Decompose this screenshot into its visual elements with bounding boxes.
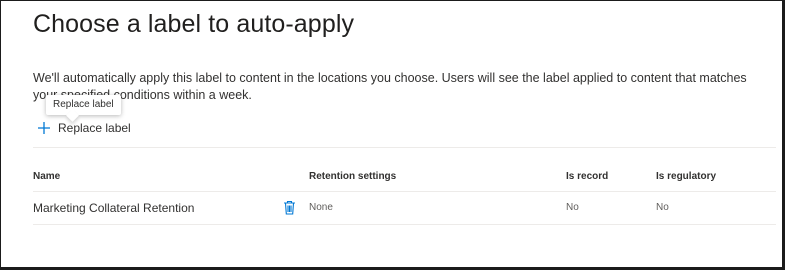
row-is-regulatory: No bbox=[656, 202, 669, 213]
page-title: Choose a label to auto-apply bbox=[33, 10, 355, 38]
page-description: We'll automatically apply this label to … bbox=[33, 71, 747, 102]
row-is-record: No bbox=[566, 202, 579, 213]
column-header-name[interactable]: Name bbox=[33, 171, 60, 182]
header-divider bbox=[33, 191, 776, 192]
column-header-retention[interactable]: Retention settings bbox=[309, 171, 396, 182]
replace-label-tooltip: Replace label bbox=[46, 95, 121, 122]
toolbar-divider bbox=[33, 147, 776, 148]
row-label-name: Marketing Collateral Retention bbox=[33, 201, 195, 215]
plus-icon bbox=[38, 122, 50, 134]
column-header-is-regulatory[interactable]: Is regulatory bbox=[656, 171, 716, 182]
row-divider bbox=[33, 224, 776, 225]
replace-label-button[interactable]: Replace label bbox=[37, 121, 131, 135]
panel-frame: Choose a label to auto-apply We'll autom… bbox=[0, 0, 785, 270]
trash-icon[interactable] bbox=[283, 200, 296, 215]
tooltip-text: Replace label bbox=[53, 99, 114, 110]
replace-label-button-label: Replace label bbox=[58, 121, 131, 135]
row-retention: None bbox=[309, 202, 333, 213]
tooltip-beak bbox=[66, 109, 79, 122]
column-header-is-record[interactable]: Is record bbox=[566, 171, 608, 182]
